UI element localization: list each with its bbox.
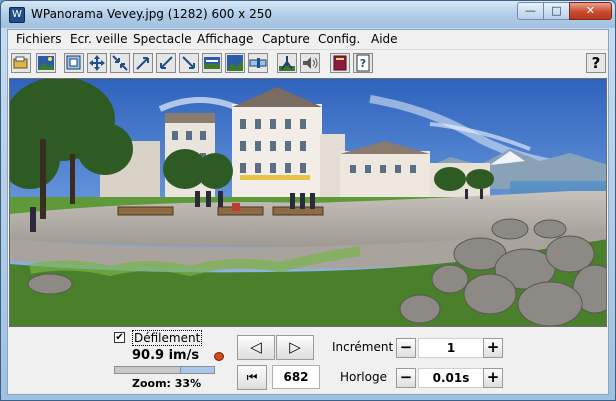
app-icon[interactable]: W <box>9 7 25 23</box>
first-frame-button[interactable]: ⏮ <box>237 365 267 390</box>
increment-value[interactable]: 1 <box>418 338 484 358</box>
minimize-button[interactable]: — <box>517 2 544 20</box>
help-button[interactable]: ? <box>586 53 606 73</box>
book-icon[interactable] <box>330 53 350 73</box>
menu-ecr-veille[interactable]: Ecr. veille <box>70 32 128 46</box>
previous-frame-button[interactable]: ◁ <box>237 335 275 360</box>
controls-panel: ✔ Défilement 90.9 im/s Zoom: 33% ◁ ▷ ⏮ 6… <box>8 328 608 394</box>
shrink-icon[interactable] <box>110 53 130 73</box>
scroll-label[interactable]: Défilement <box>132 330 203 346</box>
window-title: WPanorama Vevey.jpg (1282) 600 x 250 <box>31 7 272 21</box>
screen-icon[interactable] <box>64 53 84 73</box>
sound-icon[interactable] <box>300 53 320 73</box>
menu-aide[interactable]: Aide <box>371 32 398 46</box>
expand-se-icon[interactable] <box>179 53 199 73</box>
clock-value[interactable]: 0.01s <box>418 368 484 388</box>
shrink-sw-icon[interactable] <box>156 53 176 73</box>
fit-icon[interactable] <box>202 53 222 73</box>
title-bar[interactable]: W WPanorama Vevey.jpg (1282) 600 x 250 —… <box>1 1 615 28</box>
toolbar: ? ? <box>8 50 608 77</box>
tripod-icon[interactable] <box>277 53 297 73</box>
client-area: Fichiers Ecr. veille Spectacle Affichage… <box>7 29 609 395</box>
clock-minus-button[interactable]: − <box>396 368 416 388</box>
panorama-icon[interactable] <box>225 53 245 73</box>
maximize-button[interactable]: □ <box>543 2 570 20</box>
image-icon[interactable] <box>36 53 56 73</box>
next-frame-button[interactable]: ▷ <box>276 335 314 360</box>
menu-fichiers[interactable]: Fichiers <box>16 32 61 46</box>
menu-config[interactable]: Config. <box>318 32 360 46</box>
panorama-viewport[interactable] <box>9 78 607 327</box>
increment-label: Incrément <box>332 340 394 354</box>
frame-counter: 682 <box>272 365 320 389</box>
zoom-slider[interactable] <box>114 366 215 374</box>
window-bottom-frame <box>1 395 615 400</box>
speed-readout: 90.9 im/s <box>132 348 200 363</box>
open-icon[interactable] <box>11 53 31 73</box>
menu-bar: Fichiers Ecr. veille Spectacle Affichage… <box>8 30 608 50</box>
help-page-icon[interactable]: ? <box>353 53 373 73</box>
app-window: W WPanorama Vevey.jpg (1282) 600 x 250 —… <box>0 0 616 401</box>
clock-plus-button[interactable]: + <box>483 368 503 388</box>
zoom-label: Zoom: 33% <box>132 377 202 390</box>
zoom-slider-fill <box>180 367 214 373</box>
expand-ne-icon[interactable] <box>133 53 153 73</box>
clock-label: Horloge <box>340 370 387 384</box>
scroll-checkbox[interactable]: ✔ <box>114 332 125 343</box>
panorama-image <box>10 79 606 326</box>
speed-indicator-icon[interactable] <box>214 352 224 361</box>
menu-affichage[interactable]: Affichage <box>197 32 253 46</box>
increment-minus-button[interactable]: − <box>396 338 416 358</box>
slider-icon[interactable] <box>248 53 268 73</box>
menu-capture[interactable]: Capture <box>262 32 310 46</box>
increment-plus-button[interactable]: + <box>483 338 503 358</box>
svg-text:?: ? <box>360 57 366 70</box>
close-button[interactable]: ✕ <box>569 2 612 20</box>
move-icon[interactable] <box>87 53 107 73</box>
menu-spectacle[interactable]: Spectacle <box>133 32 192 46</box>
